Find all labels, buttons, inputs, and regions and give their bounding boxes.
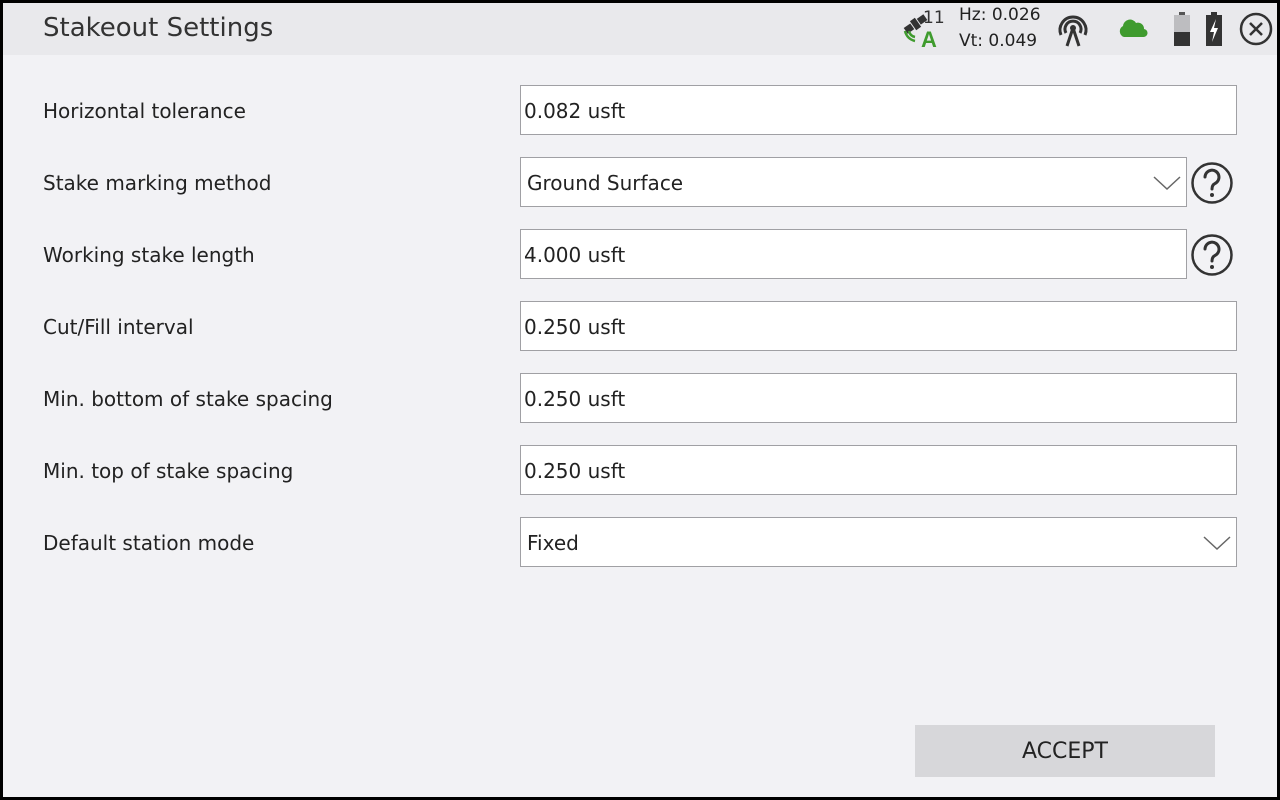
default-station-mode-label: Default station mode bbox=[43, 531, 255, 555]
min-bottom-of-stake-spacing-input[interactable]: 0.250 usft bbox=[520, 373, 1237, 423]
cut-fill-interval-row: Cut/Fill interval 0.250 usft bbox=[3, 301, 1277, 353]
svg-text:A: A bbox=[921, 27, 937, 49]
vertical-precision: Vt: 0.049 bbox=[959, 31, 1038, 51]
help-icon[interactable] bbox=[1190, 233, 1234, 277]
min-top-of-stake-spacing-value: 0.250 usft bbox=[524, 459, 626, 483]
horizontal-tolerance-value: 0.082 usft bbox=[524, 99, 626, 123]
cut-fill-interval-label: Cut/Fill interval bbox=[43, 315, 194, 339]
horizontal-precision: Hz: 0.026 bbox=[959, 5, 1041, 25]
default-station-mode-row: Default station mode Fixed bbox=[3, 517, 1277, 569]
min-bottom-of-stake-spacing-label: Min. bottom of stake spacing bbox=[43, 387, 333, 411]
cut-fill-interval-value: 0.250 usft bbox=[524, 315, 626, 339]
title-bar: Stakeout Settings A 11 Hz: 0.026 Vt: 0.0… bbox=[3, 3, 1277, 55]
chevron-down-icon bbox=[1203, 536, 1231, 551]
min-bottom-of-stake-spacing-row: Min. bottom of stake spacing 0.250 usft bbox=[3, 373, 1277, 425]
min-top-of-stake-spacing-label: Min. top of stake spacing bbox=[43, 459, 294, 483]
battery-icon[interactable] bbox=[1173, 11, 1191, 47]
cloud-icon[interactable] bbox=[1117, 17, 1149, 39]
stake-marking-method-label: Stake marking method bbox=[43, 171, 272, 195]
horizontal-tolerance-row: Horizontal tolerance 0.082 usft bbox=[3, 85, 1277, 137]
working-stake-length-label: Working stake length bbox=[43, 243, 255, 267]
horizontal-tolerance-input[interactable]: 0.082 usft bbox=[520, 85, 1237, 135]
stakeout-settings-window: Stakeout Settings A 11 Hz: 0.026 Vt: 0.0… bbox=[3, 3, 1277, 797]
horizontal-tolerance-label: Horizontal tolerance bbox=[43, 99, 246, 123]
default-station-mode-value: Fixed bbox=[527, 531, 579, 555]
min-top-of-stake-spacing-row: Min. top of stake spacing 0.250 usft bbox=[3, 445, 1277, 497]
min-bottom-of-stake-spacing-value: 0.250 usft bbox=[524, 387, 626, 411]
page-title: Stakeout Settings bbox=[43, 13, 274, 43]
chevron-down-icon bbox=[1153, 176, 1181, 191]
help-icon[interactable] bbox=[1190, 161, 1234, 205]
stake-marking-method-select[interactable]: Ground Surface bbox=[520, 157, 1187, 207]
working-stake-length-input[interactable]: 4.000 usft bbox=[520, 229, 1187, 279]
cut-fill-interval-input[interactable]: 0.250 usft bbox=[520, 301, 1237, 351]
stake-marking-method-row: Stake marking method Ground Surface bbox=[3, 157, 1277, 209]
satellite-count: 11 bbox=[923, 8, 945, 28]
stake-marking-method-value: Ground Surface bbox=[527, 171, 684, 195]
battery-charging-icon[interactable] bbox=[1205, 11, 1223, 47]
working-stake-length-row: Working stake length 4.000 usft bbox=[3, 229, 1277, 281]
close-icon[interactable] bbox=[1239, 12, 1273, 46]
default-station-mode-select[interactable]: Fixed bbox=[520, 517, 1237, 567]
accept-button[interactable]: ACCEPT bbox=[915, 725, 1215, 777]
radio-icon[interactable] bbox=[1053, 11, 1093, 49]
min-top-of-stake-spacing-input[interactable]: 0.250 usft bbox=[520, 445, 1237, 495]
working-stake-length-value: 4.000 usft bbox=[524, 243, 626, 267]
